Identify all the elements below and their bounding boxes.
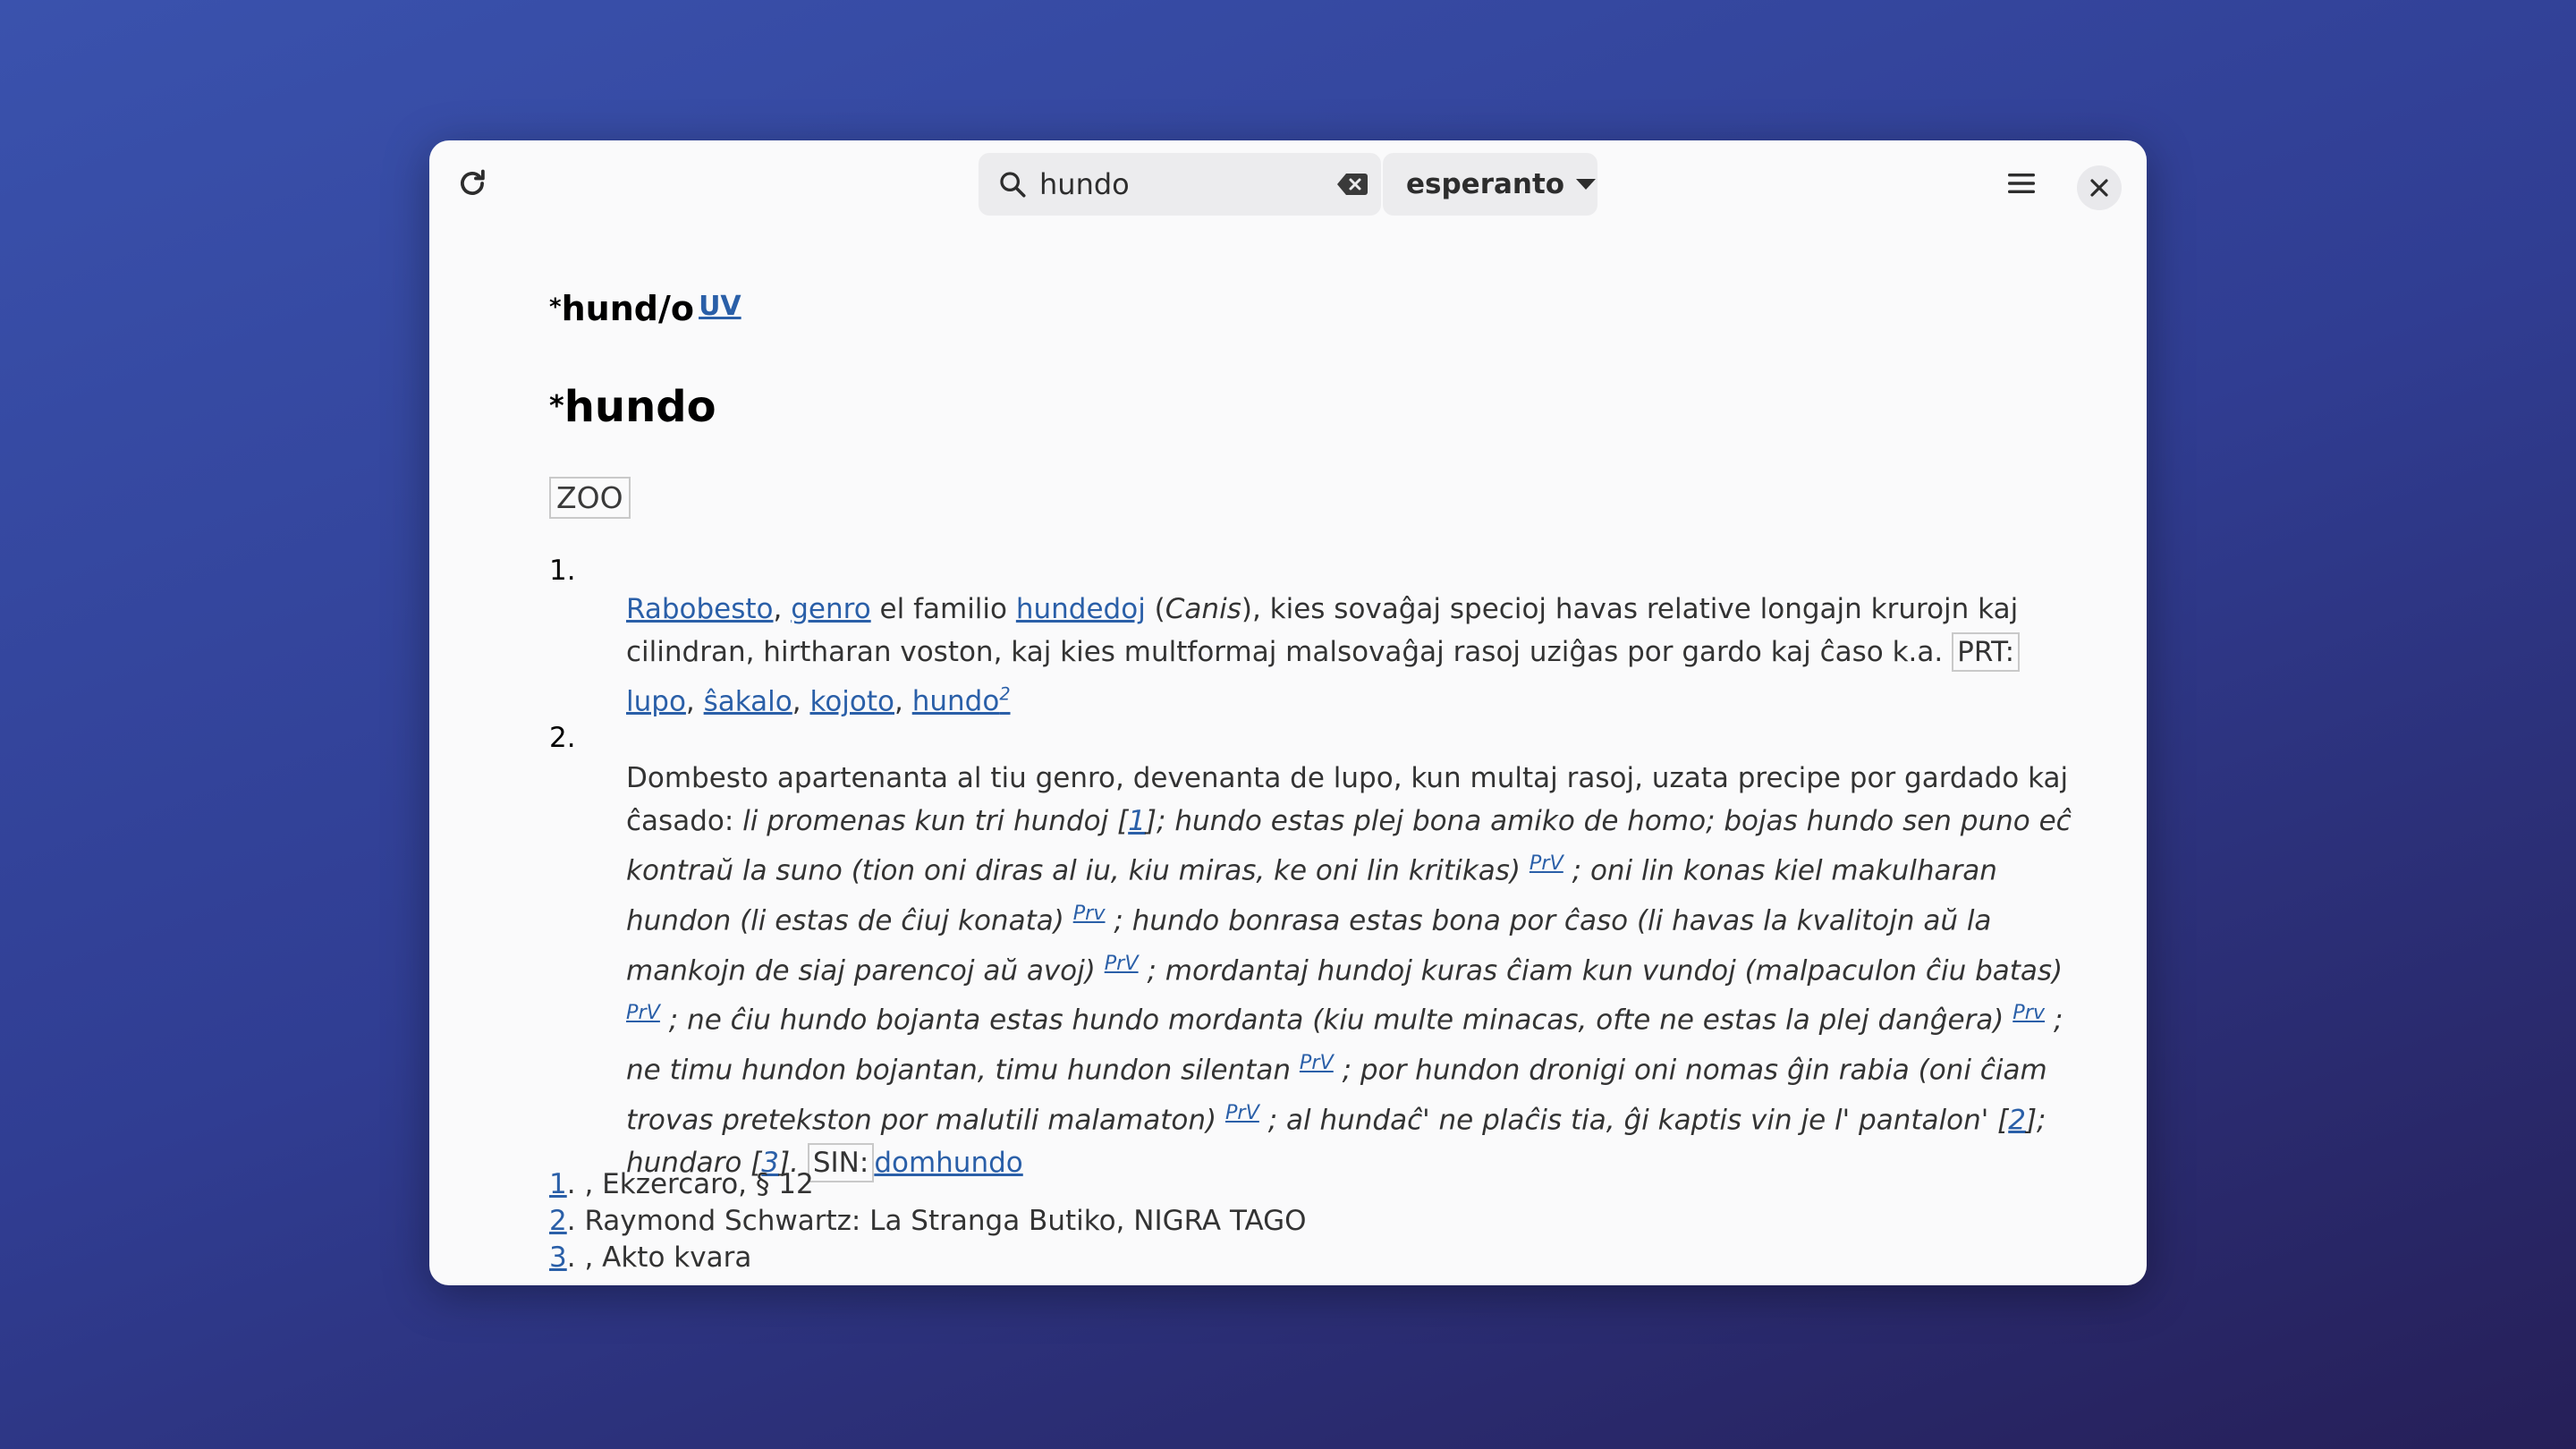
reference-item: 1. , Ekzercaro, § 12 bbox=[549, 1166, 1307, 1203]
reference-text: . , Ekzercaro, § 12 bbox=[566, 1168, 814, 1200]
sense-2-number: 2. bbox=[549, 722, 576, 754]
ref-link-1[interactable]: 1 bbox=[1128, 805, 1146, 837]
text-el-familio: el familio bbox=[879, 593, 1007, 625]
root-word: hund/o bbox=[561, 289, 694, 328]
example-6: ; ne ĉiu hundo bojanta estas hundo morda… bbox=[668, 1004, 2004, 1037]
link-sakalo[interactable]: ŝakalo bbox=[704, 685, 792, 717]
tag-prt: PRT: bbox=[1952, 632, 2021, 672]
link-lupo[interactable]: lupo bbox=[626, 685, 686, 717]
derived-word: hundo bbox=[564, 382, 716, 432]
link-genro[interactable]: genro bbox=[791, 593, 870, 625]
link-rabobesto[interactable]: Rabobesto bbox=[626, 593, 774, 625]
sense-1-body: Rabobesto, genro el familio hundedoj (Ca… bbox=[626, 588, 2093, 723]
entry-root-heading: *hund/o UV bbox=[549, 289, 741, 328]
source-link-uv[interactable]: UV bbox=[699, 291, 741, 322]
comma: , bbox=[792, 685, 801, 718]
text-canis: Canis bbox=[1165, 593, 1241, 625]
link-hundo-text: hundo bbox=[911, 685, 1000, 718]
reference-item: 3. , Akto kvara bbox=[549, 1240, 1307, 1276]
sense-1-number: 1. bbox=[549, 555, 576, 587]
link-hundedoj[interactable]: hundedoj bbox=[1016, 593, 1146, 625]
ref-bracket-open: [ bbox=[1997, 1104, 2009, 1137]
proverb-link-3[interactable]: PrV bbox=[1105, 952, 1139, 975]
domain-badge: ZOO bbox=[549, 477, 631, 519]
references-list: 1. , Ekzercaro, § 12 2. Raymond Schwartz… bbox=[549, 1166, 1307, 1276]
ref-bracket-close: ]; bbox=[1145, 804, 1166, 837]
ref-link-2[interactable]: 2 bbox=[2008, 1104, 2026, 1136]
reference-item: 2. Raymond Schwartz: La Stranga Butiko, … bbox=[549, 1203, 1307, 1240]
proverb-link-7[interactable]: PrV bbox=[1225, 1101, 1259, 1124]
open-paren: ( bbox=[1154, 593, 1165, 625]
sense-2-body: Dombesto apartenanta al tiu genro, deven… bbox=[626, 758, 2093, 1184]
reference-number-link[interactable]: 2 bbox=[549, 1205, 567, 1237]
comma: , bbox=[773, 593, 783, 625]
proverb-link-1[interactable]: PrV bbox=[1530, 852, 1563, 875]
example-9: ; al hundaĉ' ne plaĉis tia, ĝi kaptis vi… bbox=[1267, 1104, 1989, 1137]
derived-asterisk: * bbox=[549, 388, 564, 423]
derived-word-heading: *hundo bbox=[549, 382, 716, 432]
link-hundo-2[interactable]: hundo2 bbox=[911, 684, 1011, 718]
example-5: ; mordantaj hundoj kuras ĉiam kun vundoj… bbox=[1147, 953, 2063, 987]
example-1: li promenas kun tri hundoj bbox=[742, 804, 1109, 837]
proverb-link-4[interactable]: PrV bbox=[626, 1001, 660, 1024]
ref-bracket-close: ]; bbox=[2025, 1104, 2046, 1137]
comma: , bbox=[685, 685, 695, 718]
link-kojoto[interactable]: kojoto bbox=[809, 685, 894, 717]
reference-number-link[interactable]: 3 bbox=[549, 1241, 567, 1274]
entry-content: *hund/o UV *hundo ZOO 1. Rabobesto, genr… bbox=[429, 140, 2147, 1285]
reference-text: . , Akto kvara bbox=[566, 1241, 752, 1274]
reference-number-link[interactable]: 1 bbox=[549, 1168, 567, 1200]
homonym-number: 2 bbox=[999, 684, 1011, 705]
root-asterisk: * bbox=[549, 293, 562, 321]
proverb-link-6[interactable]: PrV bbox=[1300, 1051, 1334, 1074]
comma: , bbox=[894, 685, 903, 718]
proverb-link-5[interactable]: Prv bbox=[2012, 1001, 2045, 1024]
proverb-link-2[interactable]: Prv bbox=[1073, 902, 1106, 925]
reference-text: . Raymond Schwartz: La Stranga Butiko, N… bbox=[566, 1205, 1307, 1237]
ref-bracket-open: [ bbox=[1117, 804, 1129, 837]
